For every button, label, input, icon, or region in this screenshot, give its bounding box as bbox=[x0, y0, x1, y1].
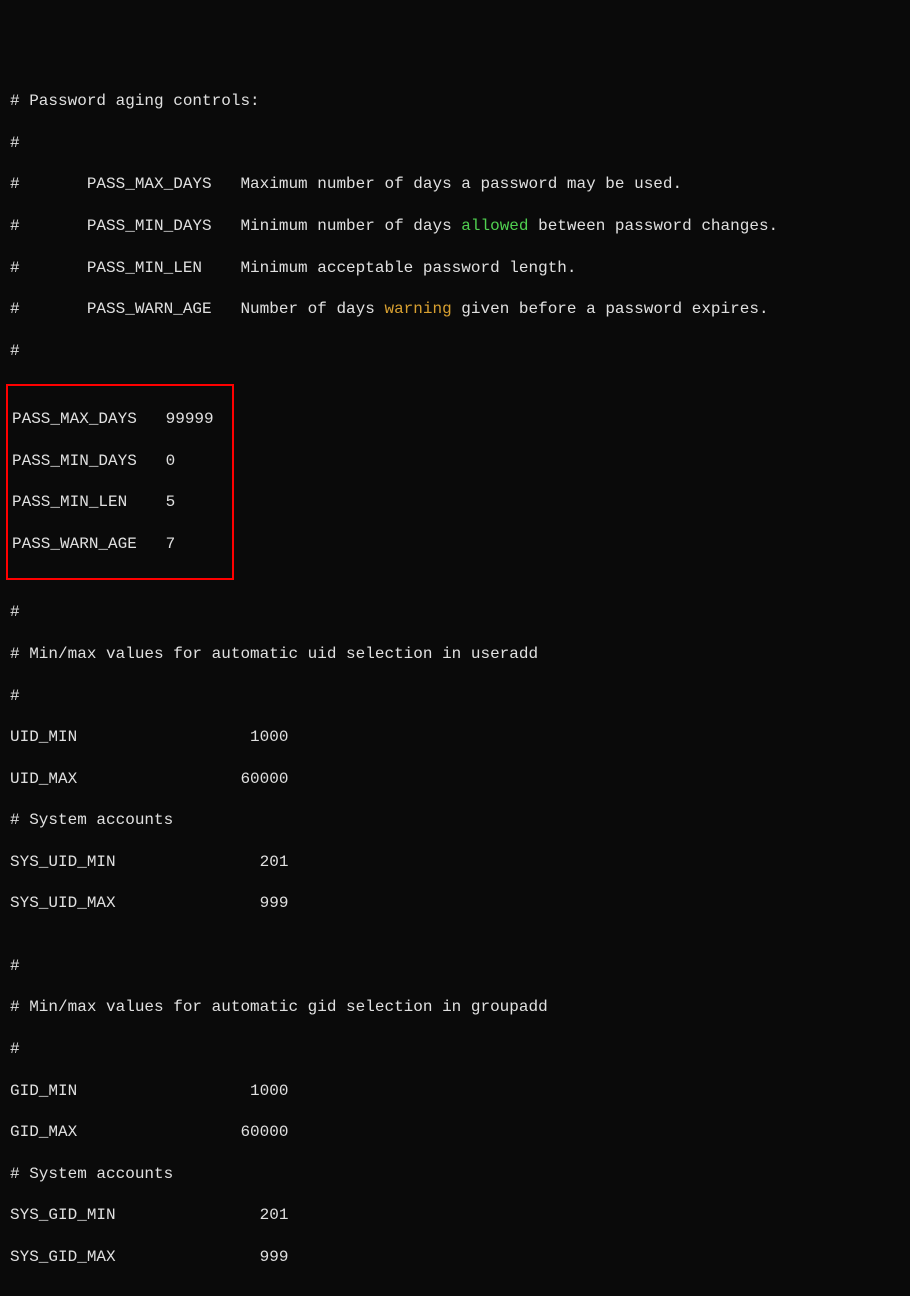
comment-hash: # bbox=[10, 133, 900, 154]
desc-min-post: between password changes. bbox=[529, 217, 779, 235]
desc-warn-pre: # PASS_WARN_AGE Number of days bbox=[10, 300, 384, 318]
comment-hash: # bbox=[10, 602, 900, 623]
sys-uid-max-line: SYS_UID_MAX 999 bbox=[10, 893, 900, 914]
sys-gid-max-line: SYS_GID_MAX 999 bbox=[10, 1247, 900, 1268]
sys-accounts-comment: # System accounts bbox=[10, 810, 900, 831]
gid-section-title: # Min/max values for automatic gid selec… bbox=[10, 997, 900, 1018]
highlighted-block: PASS_MAX_DAYS 99999 PASS_MIN_DAYS 0 PASS… bbox=[6, 384, 234, 579]
pass-warn-age-line: PASS_WARN_AGE 7 bbox=[12, 534, 214, 555]
sys-uid-min-line: SYS_UID_MIN 201 bbox=[10, 852, 900, 873]
uid-min-line: UID_MIN 1000 bbox=[10, 727, 900, 748]
hl-warning: warning bbox=[384, 300, 451, 318]
pass-min-days-line: PASS_MIN_DAYS 0 bbox=[12, 451, 214, 472]
desc-pass-warn-age: # PASS_WARN_AGE Number of days warning g… bbox=[10, 299, 900, 320]
gid-max-line: GID_MAX 60000 bbox=[10, 1122, 900, 1143]
uid-section-title: # Min/max values for automatic uid selec… bbox=[10, 644, 900, 665]
desc-min-pre: # PASS_MIN_DAYS Minimum number of days bbox=[10, 217, 461, 235]
desc-pass-max-days: # PASS_MAX_DAYS Maximum number of days a… bbox=[10, 174, 900, 195]
pass-min-len-line: PASS_MIN_LEN 5 bbox=[12, 492, 214, 513]
uid-max-line: UID_MAX 60000 bbox=[10, 769, 900, 790]
desc-pass-min-days: # PASS_MIN_DAYS Minimum number of days a… bbox=[10, 216, 900, 237]
comment-title: # Password aging controls: bbox=[10, 91, 900, 112]
desc-warn-post: given before a password expires. bbox=[452, 300, 769, 318]
desc-pass-min-len: # PASS_MIN_LEN Minimum acceptable passwo… bbox=[10, 258, 900, 279]
comment-hash: # bbox=[10, 686, 900, 707]
sys-accounts-comment: # System accounts bbox=[10, 1164, 900, 1185]
gid-min-line: GID_MIN 1000 bbox=[10, 1081, 900, 1102]
comment-hash: # bbox=[10, 341, 900, 362]
comment-hash: # bbox=[10, 956, 900, 977]
hl-allowed: allowed bbox=[461, 217, 528, 235]
comment-hash: # bbox=[10, 1039, 900, 1060]
sys-gid-min-line: SYS_GID_MIN 201 bbox=[10, 1205, 900, 1226]
pass-max-days-line: PASS_MAX_DAYS 99999 bbox=[12, 409, 214, 430]
